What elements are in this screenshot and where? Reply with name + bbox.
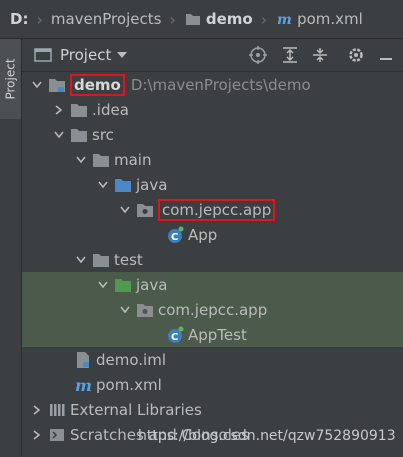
chevron-right-icon: › bbox=[36, 9, 43, 29]
left-tool-strip: Project bbox=[0, 39, 22, 457]
module-folder-icon bbox=[48, 76, 66, 94]
project-view-icon bbox=[32, 44, 54, 66]
folder-icon bbox=[184, 8, 202, 30]
tree-row-demo[interactable]: demo D:\mavenProjects\demo bbox=[22, 72, 403, 97]
package-icon bbox=[136, 301, 154, 319]
project-panel-header: Project bbox=[22, 39, 403, 72]
chevron-down-icon[interactable] bbox=[118, 203, 132, 217]
source-folder-icon bbox=[114, 176, 132, 194]
tree-row-src[interactable]: src bbox=[22, 122, 403, 147]
main-label: main bbox=[114, 150, 152, 169]
main-java-label: java bbox=[136, 175, 168, 194]
chevron-right-icon[interactable] bbox=[52, 103, 66, 117]
svg-text:m: m bbox=[75, 376, 92, 394]
maven-icon: m bbox=[275, 8, 293, 30]
project-tree: demo D:\mavenProjects\demo . idea src ma… bbox=[22, 72, 403, 457]
expand-all-icon[interactable] bbox=[279, 44, 301, 66]
test-java-label: java bbox=[136, 275, 168, 294]
tree-row-main[interactable]: main bbox=[22, 147, 403, 172]
external-libraries-label: External Libraries bbox=[70, 400, 202, 419]
module-file-icon bbox=[74, 351, 92, 369]
breadcrumb-module[interactable]: demo bbox=[206, 10, 253, 28]
scratch-icon bbox=[48, 426, 66, 444]
chevron-down-icon[interactable] bbox=[74, 153, 88, 167]
chevron-right-icon[interactable] bbox=[30, 403, 44, 417]
maven-icon: m bbox=[74, 376, 92, 394]
dropdown-arrow-icon[interactable] bbox=[111, 44, 133, 66]
test-label: test bbox=[114, 250, 143, 269]
package-icon bbox=[136, 201, 154, 219]
tree-row-apptest[interactable]: C AppTest bbox=[22, 322, 403, 347]
tree-row-demo-iml[interactable]: demo.iml bbox=[22, 347, 403, 372]
breadcrumb: D: › mavenProjects › demo › m pom.xml bbox=[0, 0, 403, 39]
project-tool-tab-label: Project bbox=[3, 58, 18, 100]
tree-row-pom[interactable]: m pom.xml bbox=[22, 372, 403, 397]
test-source-folder-icon bbox=[114, 276, 132, 294]
pom-label: pom.xml bbox=[96, 375, 162, 394]
folder-icon bbox=[92, 151, 110, 169]
breadcrumb-drive[interactable]: D: bbox=[10, 10, 28, 28]
svg-text:m: m bbox=[277, 12, 292, 27]
chevron-down-icon[interactable] bbox=[52, 128, 66, 142]
svg-text:C: C bbox=[171, 232, 178, 243]
class-icon: C bbox=[166, 326, 184, 344]
tree-row-idea[interactable]: . idea bbox=[22, 97, 403, 122]
tree-row-main-package[interactable]: com.jepcc.app bbox=[22, 197, 403, 222]
tree-row-external-libraries[interactable]: External Libraries bbox=[22, 397, 403, 422]
tree-row-main-java[interactable]: java bbox=[22, 172, 403, 197]
crosshair-icon[interactable] bbox=[247, 44, 269, 66]
chevron-right-icon: › bbox=[169, 9, 176, 29]
demo-path: D:\mavenProjects\demo bbox=[130, 75, 311, 94]
minimize-icon[interactable] bbox=[375, 44, 397, 66]
chevron-down-icon[interactable] bbox=[96, 178, 110, 192]
svg-text:C: C bbox=[171, 332, 178, 343]
apptest-label: AppTest bbox=[188, 325, 247, 344]
demo-iml-label: demo.iml bbox=[96, 350, 166, 369]
test-package-label: com.jepcc.app bbox=[158, 300, 268, 319]
class-icon: C bbox=[166, 226, 184, 244]
app-label: App bbox=[188, 225, 218, 244]
folder-icon bbox=[70, 101, 88, 119]
breadcrumb-file[interactable]: pom.xml bbox=[297, 10, 363, 28]
watermark-text: https://blog.csdn.net/qzw752890913 bbox=[138, 428, 396, 444]
tree-row-test[interactable]: test bbox=[22, 247, 403, 272]
idea-label: idea bbox=[96, 100, 129, 119]
demo-label: demo bbox=[70, 73, 125, 96]
gear-icon[interactable] bbox=[345, 44, 367, 66]
folder-icon bbox=[92, 251, 110, 269]
chevron-down-icon[interactable] bbox=[30, 78, 44, 92]
breadcrumb-folder[interactable]: mavenProjects bbox=[51, 10, 162, 28]
tree-row-test-package[interactable]: com.jepcc.app bbox=[22, 297, 403, 322]
collapse-all-icon[interactable] bbox=[309, 44, 331, 66]
project-tool-tab[interactable]: Project bbox=[0, 39, 21, 119]
chevron-down-icon[interactable] bbox=[74, 253, 88, 267]
chevron-right-icon: › bbox=[260, 9, 268, 29]
src-label: src bbox=[92, 125, 114, 144]
panel-title[interactable]: Project bbox=[60, 46, 111, 64]
folder-icon bbox=[70, 126, 88, 144]
chevron-down-icon[interactable] bbox=[96, 278, 110, 292]
chevron-right-icon[interactable] bbox=[30, 428, 44, 442]
chevron-down-icon[interactable] bbox=[118, 303, 132, 317]
tree-row-app[interactable]: C App bbox=[22, 222, 403, 247]
library-icon bbox=[48, 401, 66, 419]
main-package-label: com.jepcc.app bbox=[158, 198, 276, 221]
tree-row-test-java[interactable]: java bbox=[22, 272, 403, 297]
